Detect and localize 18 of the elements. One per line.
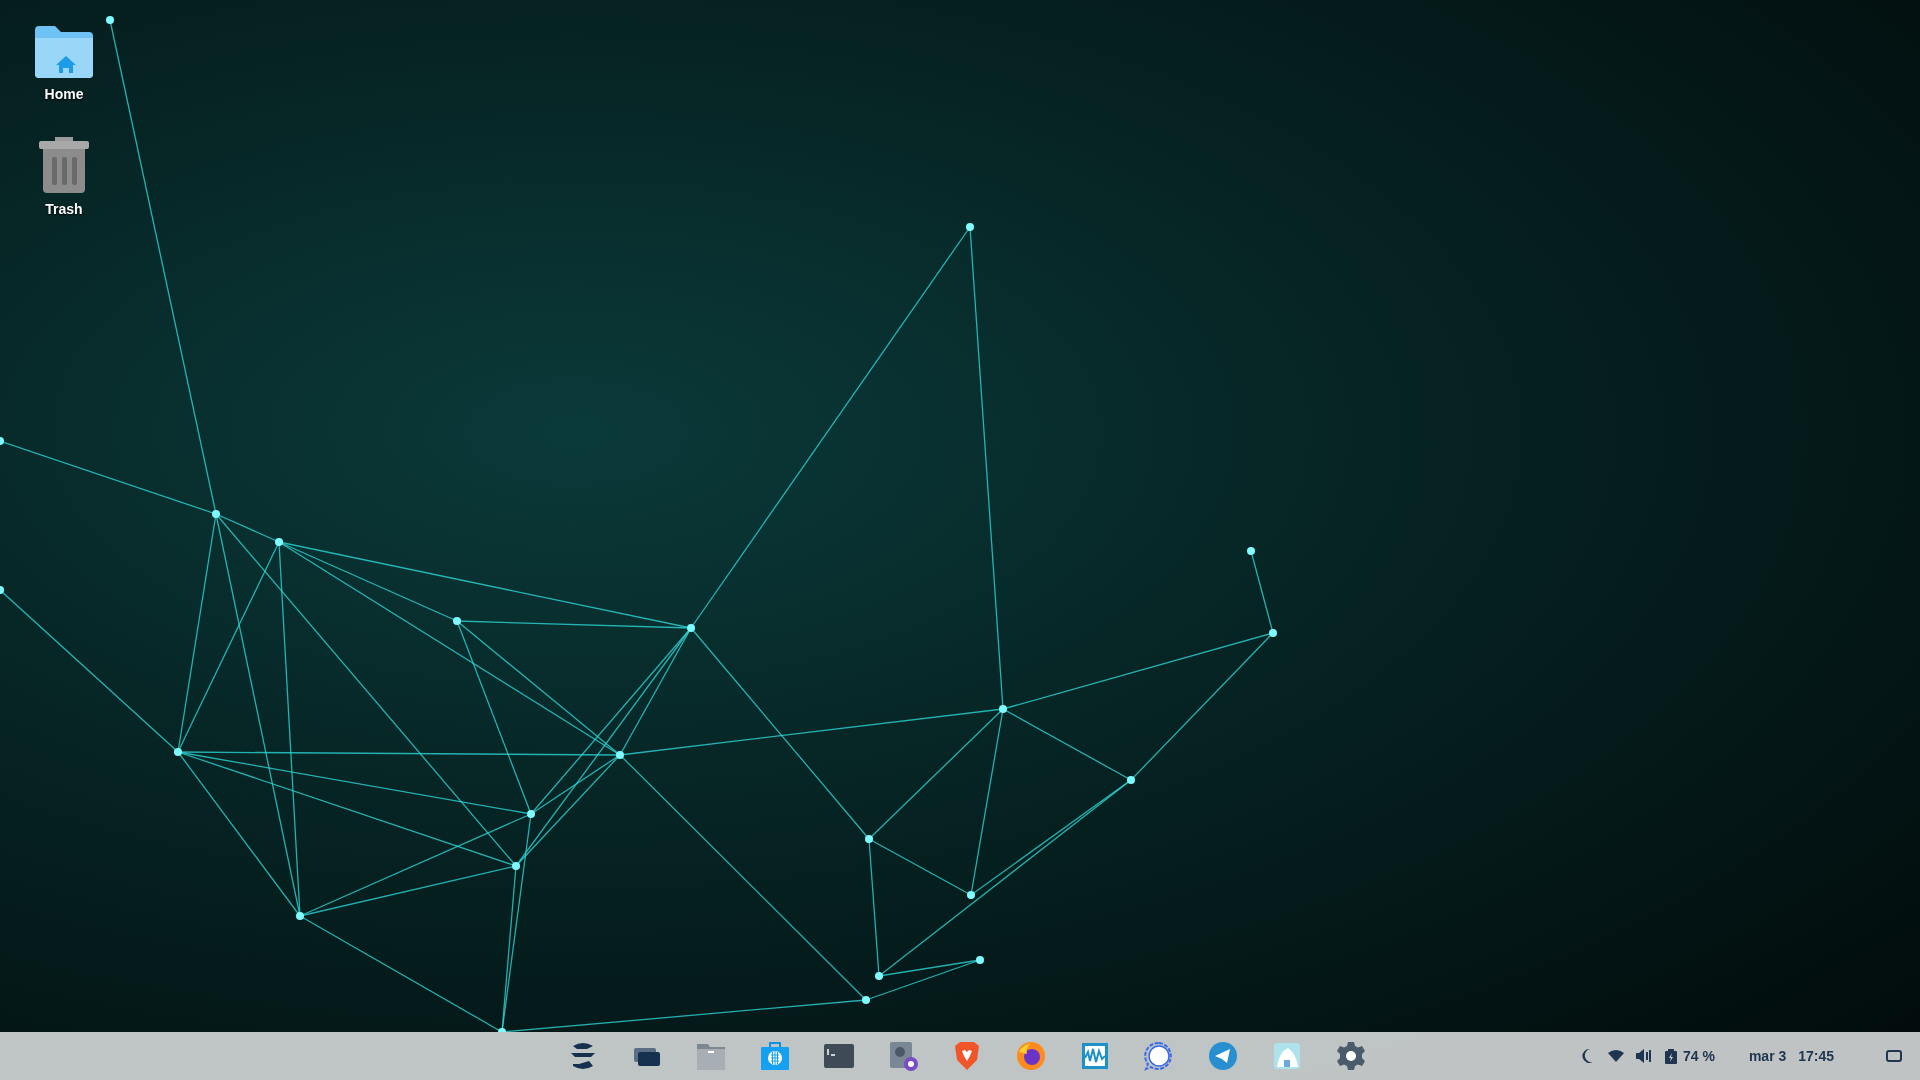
volume-icon[interactable] xyxy=(1636,1049,1651,1063)
trash-icon xyxy=(39,137,89,193)
night-light-icon[interactable] xyxy=(1580,1048,1594,1064)
desktop-icon-label[interactable]: Trash xyxy=(45,199,83,220)
paper-plane-icon[interactable] xyxy=(1207,1040,1239,1072)
waveform-monitor-icon[interactable] xyxy=(1079,1040,1111,1072)
clock-time: 17:45 xyxy=(1798,1046,1835,1066)
settings-icon[interactable] xyxy=(1335,1040,1367,1072)
battery-percentage: 74 % xyxy=(1683,1046,1715,1066)
home-folder-icon xyxy=(35,26,93,78)
disk-gear-icon[interactable] xyxy=(887,1040,919,1072)
shopping-bag-icon[interactable] xyxy=(759,1040,791,1072)
chat-bubble-icon[interactable] xyxy=(1143,1040,1175,1072)
show-desktop-icon[interactable] xyxy=(1886,1050,1903,1062)
battery-icon[interactable] xyxy=(1665,1048,1677,1064)
wifi-icon[interactable] xyxy=(1608,1050,1624,1062)
desktop-icon-label[interactable]: Home xyxy=(44,84,84,105)
clock-date[interactable]: mar 3 xyxy=(1748,1045,1787,1067)
